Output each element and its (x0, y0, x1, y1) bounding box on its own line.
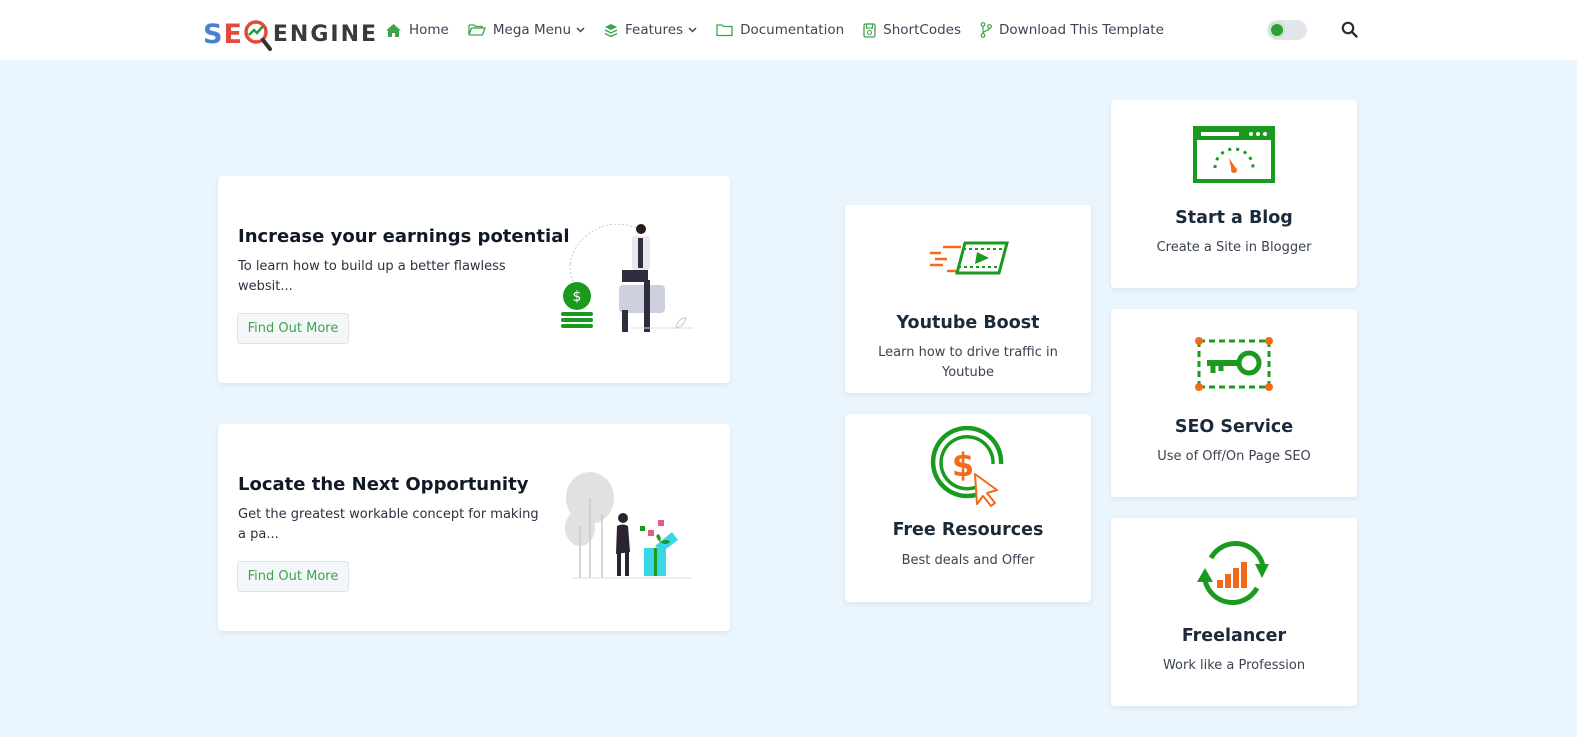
service-description: Use of Off/On Page SEO (1157, 449, 1311, 464)
speedometer-browser-icon (1193, 126, 1275, 183)
nav-item-label: Home (409, 22, 449, 38)
service-tile-freelancer[interactable]: Freelancer Work like a Profession (1111, 518, 1357, 706)
dollar-click-icon: $ (930, 426, 1004, 507)
nav-item-label: ShortCodes (883, 22, 961, 38)
service-tile-start-blog[interactable]: Start a Blog Create a Site in Blogger (1111, 100, 1357, 288)
nav-item-label: Mega Menu (492, 22, 572, 38)
nav-item-mega-menu[interactable]: Mega Menu (468, 22, 585, 38)
nav-item-shortcodes[interactable]: ShortCodes (863, 22, 961, 38)
find-out-more-button[interactable]: Find Out More (237, 313, 349, 344)
git-branch-icon (980, 22, 992, 38)
nav-item-home[interactable]: Home (385, 22, 449, 38)
folder-icon (716, 24, 733, 37)
promo-description: Get the greatest workable concept for ma… (238, 507, 539, 542)
layers-icon (604, 23, 618, 37)
top-header: SE ENGINE Home Mega Menu Features Docume… (0, 0, 1577, 60)
promo-description: To learn how to build up a better flawle… (238, 259, 506, 294)
promo-title: Locate the Next Opportunity (238, 474, 529, 495)
code-file-icon (863, 22, 876, 38)
growth-chart-icon (1197, 540, 1269, 606)
magnifier-logo-icon (244, 19, 272, 51)
chevron-down-icon (688, 27, 697, 33)
promo-card-earnings: Increase your earnings potential To lear… (218, 176, 730, 383)
find-out-more-button[interactable]: Find Out More (237, 561, 349, 592)
logo-text-start: SE (203, 18, 243, 50)
promo-title: Increase your earnings potential (238, 226, 570, 247)
service-description: Learn how to drive traffic in Youtube (878, 345, 1058, 380)
video-boost-icon (930, 241, 1009, 275)
svg-text:$: $ (952, 446, 974, 484)
nav-item-label: Features (625, 22, 684, 38)
nav-item-download-template[interactable]: Download This Template (980, 22, 1164, 38)
search-button[interactable] (1341, 21, 1358, 42)
nav-item-label: Download This Template (999, 22, 1164, 38)
site-logo[interactable]: SE ENGINE (203, 16, 378, 52)
promo-card-opportunity: Locate the Next Opportunity Get the grea… (218, 424, 730, 631)
folder-open-icon (468, 24, 486, 36)
service-description: Create a Site in Blogger (1156, 240, 1312, 255)
service-name: SEO Service (1174, 417, 1294, 437)
service-description: Best deals and Offer (901, 553, 1035, 568)
nav-item-label: Documentation (740, 22, 845, 38)
service-name: Freelancer (1181, 626, 1287, 646)
svg-text:$: $ (573, 289, 582, 305)
service-tile-youtube-boost[interactable]: Youtube Boost Learn how to drive traffic… (845, 205, 1091, 393)
service-tile-free-resources[interactable]: $ Free Resources Best deals and Offer (845, 414, 1091, 602)
service-name: Start a Blog (1175, 208, 1293, 228)
toggle-knob (1269, 22, 1285, 38)
logo-text-end: ENGINE (272, 21, 379, 47)
nav-item-features[interactable]: Features (604, 22, 697, 38)
key-frame-icon (1195, 337, 1273, 391)
service-tile-seo-service[interactable]: SEO Service Use of Off/On Page SEO (1111, 309, 1357, 497)
search-icon (1341, 21, 1358, 38)
dark-mode-toggle[interactable] (1267, 20, 1307, 40)
service-name: Free Resources (892, 520, 1044, 540)
chevron-down-icon (576, 27, 585, 33)
earnings-illustration-icon: $ (561, 224, 693, 332)
service-name: Youtube Boost (896, 313, 1040, 333)
main-nav: Home Mega Menu Features Documentation Sh… (385, 22, 1183, 38)
nav-item-documentation[interactable]: Documentation (716, 22, 844, 38)
service-description: Work like a Profession (1162, 658, 1306, 673)
home-icon (386, 23, 401, 37)
opportunity-illustration-icon (565, 472, 692, 579)
